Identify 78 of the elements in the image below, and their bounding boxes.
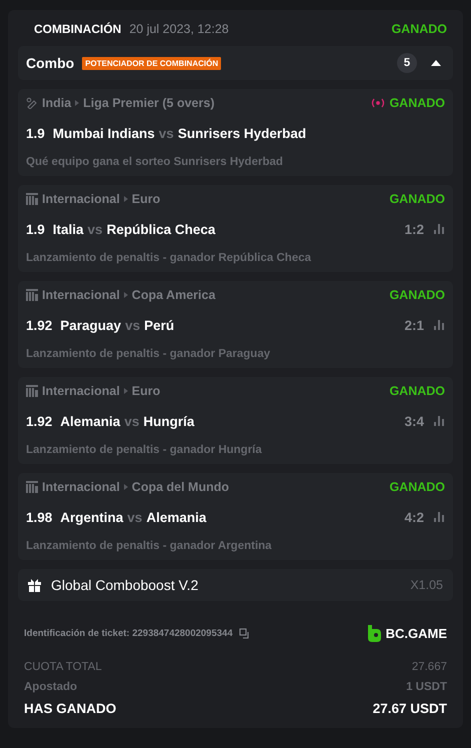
bet-date: 20 jul 2023, 12:28	[129, 22, 229, 36]
combo-title: Combo	[26, 55, 74, 71]
league: Copa America	[132, 288, 216, 302]
league: Copa del Mundo	[132, 480, 230, 494]
league: Euro	[132, 384, 160, 398]
team-name: Alemania	[146, 510, 206, 524]
total-value: 27.67 USDT	[372, 701, 447, 716]
score: 3:4	[404, 414, 424, 428]
cricket-icon	[26, 97, 38, 109]
tournament-logo-icon	[26, 481, 38, 493]
chevron-icon	[75, 100, 80, 106]
market-text: Lanzamiento de penaltis - ganador Argentina	[26, 540, 273, 552]
collapse-icon[interactable]	[431, 60, 441, 66]
selection-count: 5	[397, 53, 417, 73]
selection-status: GANADO	[389, 384, 445, 398]
odds: 1.9	[26, 126, 45, 140]
tournament-logo-icon	[26, 193, 38, 205]
team-name: Alemania	[60, 414, 120, 428]
ticket-id: Identificación de ticket: 2293847428002095344	[24, 628, 233, 638]
category: Internacional	[42, 192, 120, 206]
odds: 1.92	[26, 318, 52, 332]
total-label: Apostado	[24, 681, 78, 693]
score: 4:2	[404, 510, 424, 524]
tournament-logo-icon	[26, 385, 38, 397]
team-name: Hungría	[143, 414, 194, 428]
tournament-logo-icon	[26, 289, 38, 301]
stats-icon[interactable]	[434, 416, 445, 426]
chevron-icon	[124, 484, 128, 490]
stats-icon[interactable]	[434, 320, 445, 330]
category: Internacional	[42, 288, 120, 302]
selection-status: GANADO	[389, 288, 445, 302]
category: Internacional	[42, 384, 120, 398]
league: Liga Premier (5 overs)	[83, 96, 214, 110]
category: Internacional	[42, 480, 120, 494]
category: India	[42, 96, 72, 110]
total-label: CUOTA TOTAL	[24, 661, 102, 673]
score: 1:2	[404, 222, 424, 236]
odds: 1.92	[26, 414, 52, 428]
copy-icon[interactable]	[238, 628, 250, 638]
boost-multiplier: X1.05	[410, 578, 443, 592]
brand-name: BC.GAME	[386, 626, 447, 640]
score: 2:1	[404, 318, 424, 332]
selection-status: GANADO	[389, 480, 445, 494]
market-text: Lanzamiento de penaltis - ganador República Checa	[26, 252, 312, 264]
chevron-icon	[124, 196, 128, 202]
stats-icon[interactable]	[434, 224, 445, 234]
selection-status: GANADO	[389, 96, 445, 110]
team-name: Sunrisers Hyderbad	[178, 126, 306, 140]
bet-status: GANADO	[391, 22, 447, 36]
team-name: Italia	[52, 222, 84, 236]
team-name: Mumbai Indians	[52, 126, 155, 140]
total-label: HAS GANADO	[24, 701, 116, 716]
versus-label: vs	[125, 318, 140, 332]
odds: 1.9	[26, 222, 45, 236]
chevron-icon	[124, 388, 128, 394]
gift-icon	[28, 578, 41, 592]
boost-name: Global Comboboost V.2	[51, 577, 198, 593]
stats-icon[interactable]	[434, 512, 445, 522]
market-text: Lanzamiento de penaltis - ganador Paraguay	[26, 348, 272, 360]
boost-badge: POTENCIADOR DE COMBINACIÓN	[82, 56, 222, 70]
total-value: 27.667	[412, 661, 447, 673]
selection-status: GANADO	[389, 192, 445, 206]
versus-label: vs	[88, 222, 103, 236]
market-text: Lanzamiento de penaltis - ganador Hungría	[26, 444, 263, 456]
league: Euro	[132, 192, 160, 206]
team-name: República Checa	[106, 222, 216, 236]
team-name: Paraguay	[60, 318, 122, 332]
total-value: 1 USDT	[406, 681, 447, 693]
team-name: Perú	[144, 318, 174, 332]
bet-type: COMBINACIÓN	[34, 22, 122, 36]
market-text: Qué equipo gana el sorteo Sunrisers Hyderbad	[26, 156, 284, 168]
team-name: Argentina	[60, 510, 124, 524]
brand-logo-icon	[368, 624, 381, 642]
versus-label: vs	[158, 126, 174, 140]
versus-label: vs	[127, 510, 142, 524]
versus-label: vs	[124, 414, 140, 428]
chevron-icon	[124, 292, 128, 298]
odds: 1.98	[26, 510, 52, 524]
